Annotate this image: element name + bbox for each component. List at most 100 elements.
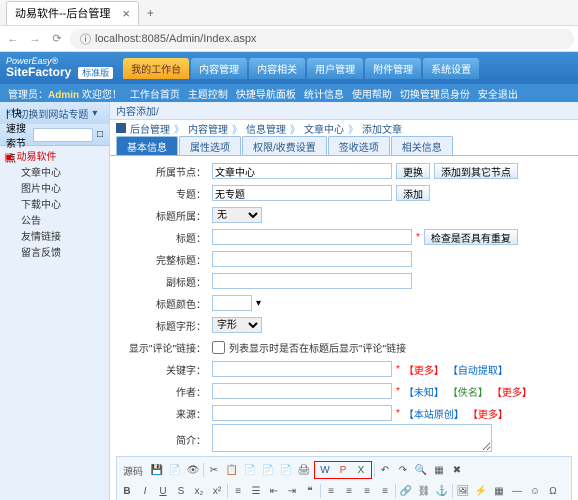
check-dup-button[interactable]: 检查是否具有重复 xyxy=(424,229,518,245)
ed-align-right-icon[interactable]: ≡ xyxy=(359,483,375,499)
sublink-help[interactable]: 使用帮助 xyxy=(352,86,392,101)
ed-redo-icon[interactable]: ↷ xyxy=(395,462,411,478)
tab-perm[interactable]: 权限/收费设置 xyxy=(242,136,327,155)
menu-content[interactable]: 内容管理 xyxy=(191,58,247,79)
ed-word-icon[interactable]: W xyxy=(317,462,333,478)
ed-outdent-icon[interactable]: ⇤ xyxy=(266,483,282,499)
ed-align-center-icon[interactable]: ≡ xyxy=(341,483,357,499)
tree-root[interactable]: ▣ 动易软件 xyxy=(4,150,105,166)
srcnode-select[interactable]: 无 xyxy=(212,207,262,223)
ed-quote-icon[interactable]: ❝ xyxy=(302,483,318,499)
ed-copy-icon[interactable]: 📋 xyxy=(224,462,240,478)
ed-select-all-icon[interactable]: ▦ xyxy=(431,462,447,478)
author-input[interactable] xyxy=(212,383,392,399)
change-button[interactable]: 更换 xyxy=(396,163,430,179)
ed-ul-icon[interactable]: ☰ xyxy=(248,483,264,499)
tab-related[interactable]: 相关信息 xyxy=(391,136,453,155)
nav-forward-icon[interactable]: → xyxy=(26,30,44,48)
ed-table-icon[interactable]: ▦ xyxy=(491,483,507,499)
ed-image-icon[interactable]: 🖼 xyxy=(455,483,471,499)
au-anon-link[interactable]: 【佚名】 xyxy=(448,384,488,399)
ed-new-icon[interactable]: 📄 xyxy=(167,462,183,478)
ed-link-icon[interactable]: 🔗 xyxy=(398,483,414,499)
crumb-3[interactable]: 文章中心 xyxy=(304,121,344,136)
showcomment-checkbox[interactable] xyxy=(212,341,225,354)
ed-hr-icon[interactable]: — xyxy=(509,483,525,499)
ed-cut-icon[interactable]: ✂ xyxy=(206,462,222,478)
browser-tab[interactable]: 动易软件--后台管理 × xyxy=(6,1,139,25)
ed-ppt-icon[interactable]: P xyxy=(335,462,351,478)
tab-basic[interactable]: 基本信息 xyxy=(116,136,178,155)
menu-related[interactable]: 内容相关 xyxy=(249,58,305,79)
add-other-node-button[interactable]: 添加到其它节点 xyxy=(434,163,518,179)
crumb-0[interactable]: 后台管理 xyxy=(130,121,170,136)
menu-system[interactable]: 系统设置 xyxy=(423,58,479,79)
sublink-stats[interactable]: 统计信息 xyxy=(304,86,344,101)
fulltitle-input[interactable] xyxy=(212,251,412,267)
intro-textarea[interactable] xyxy=(212,424,492,452)
src-site-link[interactable]: 【本站原创】 xyxy=(404,406,464,421)
kw-more-link[interactable]: 【更多】 xyxy=(404,362,444,377)
ed-paste-text-icon[interactable]: 📄 xyxy=(260,462,276,478)
source-input[interactable] xyxy=(212,405,392,421)
ed-strike-icon[interactable]: S xyxy=(173,483,189,499)
new-tab-button[interactable]: + xyxy=(147,6,154,20)
ed-flash-icon[interactable]: ⚡ xyxy=(473,483,489,499)
tab-sign[interactable]: 签收选项 xyxy=(328,136,390,155)
ed-bold-icon[interactable]: B xyxy=(119,483,135,499)
ed-paste-word-icon[interactable]: 📄 xyxy=(278,462,294,478)
sublink-theme[interactable]: 主题控制 xyxy=(188,86,228,101)
topic-input[interactable] xyxy=(212,185,392,201)
menu-user[interactable]: 用户管理 xyxy=(307,58,363,79)
ed-sub-icon[interactable]: x₂ xyxy=(191,483,207,499)
collapse-icon[interactable]: □ xyxy=(97,129,103,140)
title-input[interactable] xyxy=(212,229,412,245)
ed-underline-icon[interactable]: U xyxy=(155,483,171,499)
ed-sup-icon[interactable]: x² xyxy=(209,483,225,499)
menu-attach[interactable]: 附件管理 xyxy=(365,58,421,79)
tree-item-download[interactable]: 下载中心 xyxy=(4,198,105,214)
ed-undo-icon[interactable]: ↶ xyxy=(377,462,393,478)
ed-find-icon[interactable]: 🔍 xyxy=(413,462,429,478)
sublink-switch[interactable]: 切换管理员身份 xyxy=(400,86,470,101)
menu-workbench[interactable]: 我的工作台 xyxy=(123,58,189,79)
keyword-input[interactable] xyxy=(212,361,392,377)
nav-reload-icon[interactable]: ⟳ xyxy=(48,30,66,48)
ed-source-button[interactable]: 源码 xyxy=(119,462,147,478)
sublink-nav[interactable]: 快捷导航面板 xyxy=(236,86,296,101)
ed-align-justify-icon[interactable]: ≡ xyxy=(377,483,393,499)
color-pick-icon[interactable]: ▾ xyxy=(256,298,261,309)
ed-ol-icon[interactable]: ≡ xyxy=(230,483,246,499)
ed-print-icon[interactable]: 🖨 xyxy=(296,462,312,478)
tree-item-article[interactable]: 文章中心 xyxy=(4,166,105,182)
sublink-home[interactable]: 工作台首页 xyxy=(130,86,180,101)
au-unknown-link[interactable]: 【未知】 xyxy=(404,384,444,399)
ed-emoji-icon[interactable]: ☺ xyxy=(527,483,543,499)
ed-indent-icon[interactable]: ⇥ xyxy=(284,483,300,499)
tree-item-guest[interactable]: 留言反馈 xyxy=(4,246,105,262)
ed-unlink-icon[interactable]: ⛓ xyxy=(416,483,432,499)
search-input[interactable] xyxy=(33,128,93,142)
crumb-1[interactable]: 内容管理 xyxy=(188,121,228,136)
titlestyle-select[interactable]: 字形 xyxy=(212,317,262,333)
crumb-2[interactable]: 信息管理 xyxy=(246,121,286,136)
src-more-link[interactable]: 【更多】 xyxy=(468,406,508,421)
tab-attr[interactable]: 属性选项 xyxy=(179,136,241,155)
tree-item-image[interactable]: 图片中心 xyxy=(4,182,105,198)
au-more-link[interactable]: 【更多】 xyxy=(492,384,532,399)
ed-preview-icon[interactable]: 👁 xyxy=(185,462,201,478)
ed-excel-icon[interactable]: X xyxy=(353,462,369,478)
ed-italic-icon[interactable]: I xyxy=(137,483,153,499)
kw-auto-link[interactable]: 【自动提取】 xyxy=(448,362,508,377)
add-button[interactable]: 添加 xyxy=(396,185,430,201)
ed-paste-icon[interactable]: 📄 xyxy=(242,462,258,478)
ed-clear-icon[interactable]: ✖ xyxy=(449,462,465,478)
ed-align-left-icon[interactable]: ≡ xyxy=(323,483,339,499)
ed-char-icon[interactable]: Ω xyxy=(545,483,561,499)
url-field[interactable]: ⓘ localhost:8085/Admin/Index.aspx xyxy=(70,29,574,49)
titlecolor-input[interactable] xyxy=(212,295,252,311)
sublink-logout[interactable]: 安全退出 xyxy=(478,86,518,101)
node-input[interactable] xyxy=(212,163,392,179)
tree-item-links[interactable]: 友情链接 xyxy=(4,230,105,246)
ed-save-icon[interactable]: 💾 xyxy=(149,462,165,478)
